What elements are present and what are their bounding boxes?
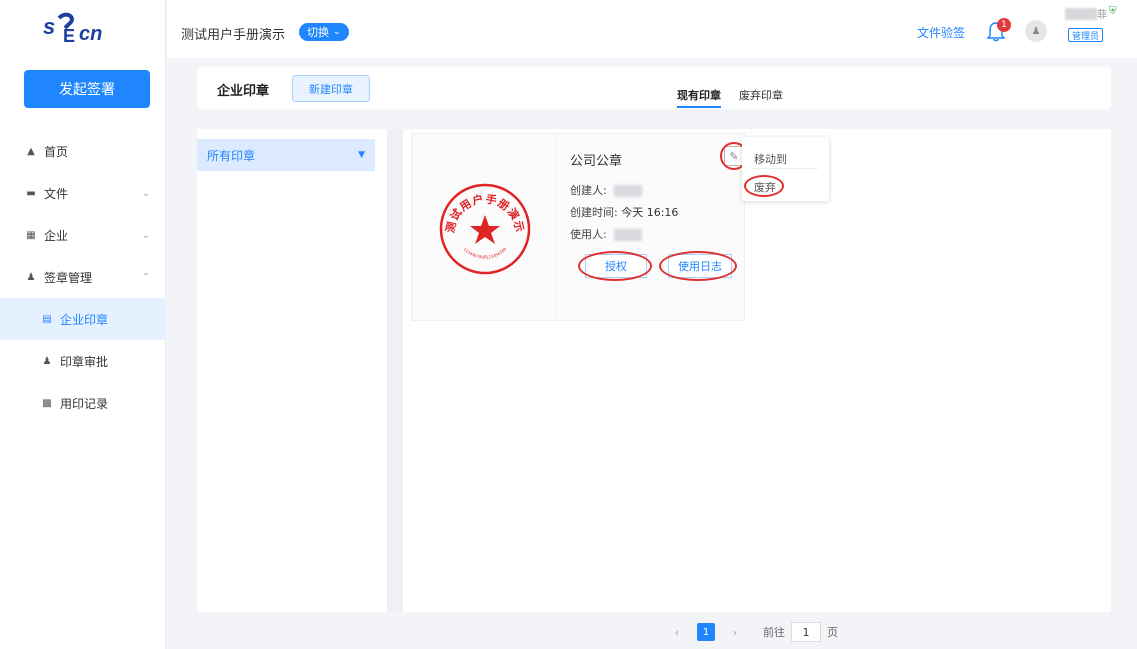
creator-label: 创建人: [570, 184, 607, 197]
seal-category-value: 所有印章 [207, 148, 256, 163]
sidebar-item-label: 用印记录 [60, 396, 109, 411]
sidebar-item-label: 企业印章 [60, 312, 109, 327]
notification-badge: 1 [997, 18, 1011, 32]
panel-divider [387, 129, 403, 612]
creator-value-blurred [614, 185, 643, 197]
sidebar-item-enterprise[interactable]: ▦ 企业 ⌄ [0, 214, 166, 256]
seal-category-select[interactable]: 所有印章 ▼ [197, 139, 375, 171]
page-number-button[interactable]: 1 [697, 623, 715, 641]
sidebar-item-home[interactable]: ▲ 首页 [0, 130, 166, 172]
folder-icon: ▬ [26, 187, 36, 199]
tab-discarded-seals[interactable]: 废弃印章 [739, 87, 783, 108]
chevron-down-icon: ⌄ [141, 187, 150, 199]
document-icon: ▤ [42, 313, 52, 325]
switch-label: 切换 [307, 26, 329, 39]
avatar[interactable]: ♟ [1025, 20, 1047, 42]
file-verify-link[interactable]: 文件验签 [917, 24, 965, 41]
sidebar-item-label: 签章管理 [44, 270, 93, 285]
organization-name: 测试用户手册演示 [181, 28, 286, 43]
seca-logo-icon: s E cn [43, 12, 102, 46]
user-label: 使用人: [570, 228, 607, 241]
sidebar-item-label: 印章审批 [60, 354, 109, 369]
page-suffix: 页 [827, 626, 838, 639]
sidebar-nav: ▲ 首页 ▬ 文件 ⌄ ▦ 企业 ⌄ ♟ 签章管理 ⌃ ▤ 企业印章 ♟ 印章审… [0, 130, 166, 424]
svg-text:E: E [63, 26, 75, 46]
user-name-char: 菲 [1097, 10, 1107, 21]
svg-text:1234567890123456789: 1234567890123456789 [463, 246, 508, 260]
stamp-number: 1234567890123456789 [463, 246, 508, 260]
sidebar-item-label: 文件 [44, 186, 69, 201]
seal-creator: 创建人: [570, 182, 643, 198]
role-badge: 管理员 [1068, 28, 1104, 42]
next-page-icon[interactable]: › [727, 626, 743, 639]
seal-created-time: 创建时间: 今天 16:16 [570, 204, 678, 220]
caret-down-icon: ▼ [358, 150, 365, 160]
sidebar-item-label: 企业 [44, 228, 69, 243]
new-seal-button[interactable]: 新建印章 [292, 75, 370, 102]
tab-current-seals[interactable]: 现有印章 [677, 87, 721, 108]
user-value-blurred [614, 229, 643, 241]
app-logo[interactable]: s E cn [0, 0, 165, 58]
menu-divider [752, 168, 818, 169]
seal-card: 测试用户手册演示 1234567890123456789 公司公章 创建人: 创… [411, 133, 748, 321]
star-icon [470, 215, 500, 244]
seal-preview: 测试用户手册演示 1234567890123456789 [412, 134, 556, 320]
sidebar-item-seal-management[interactable]: ♟ 签章管理 ⌃ [0, 256, 166, 298]
goto-page-input[interactable] [791, 622, 821, 642]
seal-name: 公司公章 [570, 154, 623, 169]
switch-organization-button[interactable]: 切换 ⌄ [299, 23, 349, 41]
building-icon: ▦ [26, 229, 36, 241]
user-icon: ♟ [26, 271, 36, 283]
record-icon: ▩ [42, 397, 52, 409]
seal-list: 测试用户手册演示 1234567890123456789 公司公章 创建人: 创… [403, 129, 1111, 612]
approve-icon: ♟ [42, 355, 52, 367]
page-title: 企业印章 [217, 84, 270, 99]
svg-text:cn: cn [79, 23, 102, 45]
menu-item-discard[interactable]: 废弃 [754, 179, 776, 195]
authorize-button[interactable]: 授权 [585, 254, 647, 278]
chevron-up-icon: ⌃ [141, 271, 150, 283]
shield-icon: ⛨ [1109, 6, 1117, 17]
sidebar-item-seal-records[interactable]: ▩ 用印记录 [0, 382, 166, 424]
page-header: 企业印章 新建印章 现有印章 废弃印章 [197, 67, 1111, 109]
svg-text:s: s [43, 14, 55, 39]
seal-user: 使用人: [570, 226, 643, 242]
created-time-label: 创建时间: [570, 206, 618, 219]
start-signing-button[interactable]: 发起签署 [24, 70, 150, 108]
sidebar: s E cn 发起签署 ▲ 首页 ▬ 文件 ⌄ ▦ 企业 ⌄ ♟ 签章管理 ⌃ … [0, 0, 166, 649]
goto-label: 前往 [763, 626, 785, 639]
menu-item-move-to[interactable]: 移动到 [754, 151, 787, 167]
chevron-down-icon: ⌄ [141, 229, 150, 241]
sidebar-item-files[interactable]: ▬ 文件 ⌄ [0, 172, 166, 214]
pagination: ‹ 1 › 前往 页 [669, 622, 838, 642]
seal-tabs: 现有印章 废弃印章 [677, 87, 801, 108]
seal-filter-panel: 所有印章 ▼ [197, 129, 387, 612]
sidebar-item-enterprise-seal[interactable]: ▤ 企业印章 [0, 298, 166, 340]
edit-icon[interactable]: ✎ [724, 146, 744, 166]
home-icon: ▲ [27, 145, 35, 157]
sidebar-item-seal-approval[interactable]: ♟ 印章审批 [0, 340, 166, 382]
sidebar-item-label: 首页 [44, 144, 69, 159]
top-bar: 测试用户手册演示 切换 ⌄ 文件验签 1 ♟ 菲 ⛨ 管理员 [167, 0, 1137, 58]
seal-action-menu: 移动到 废弃 [742, 137, 829, 201]
company-seal-stamp: 测试用户手册演示 1234567890123456789 [439, 183, 531, 275]
user-name-blurred [1065, 8, 1097, 20]
usage-log-button[interactable]: 使用日志 [668, 254, 732, 278]
created-time-value: 今天 16:16 [621, 206, 679, 219]
prev-page-icon[interactable]: ‹ [669, 626, 685, 639]
chevron-down-icon: ⌄ [333, 27, 341, 37]
